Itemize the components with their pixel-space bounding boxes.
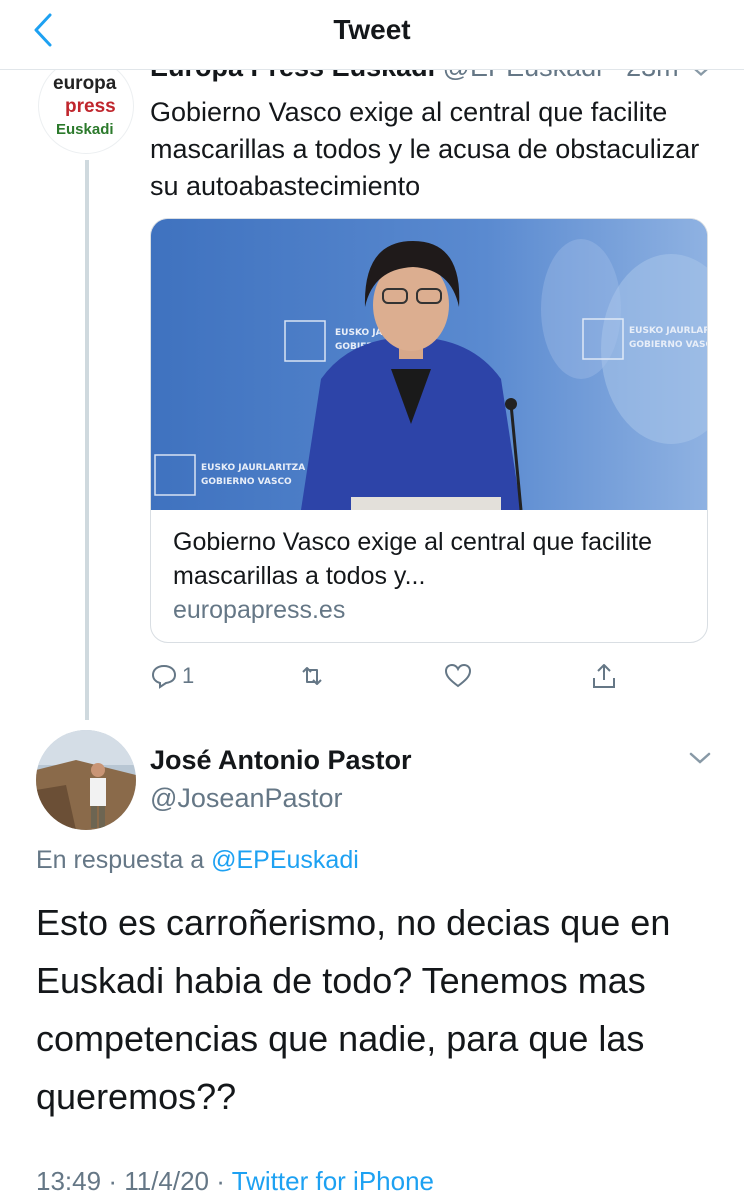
share-button[interactable] [590,656,618,696]
tweet-date: 11/4/20 [124,1166,210,1196]
like-button[interactable] [444,656,472,696]
reply-author-handle[interactable]: @JoseanPastor [150,783,343,814]
reply-button[interactable]: 1 [150,656,194,696]
tweet-source-link[interactable]: Twitter for iPhone [232,1166,434,1196]
parent-avatar[interactable]: europa press Euskadi [38,58,134,154]
tweet-time: 13:49 [36,1166,102,1196]
card-title: Gobierno Vasco exige al central que faci… [173,528,652,590]
svg-text:GOBIERNO VASCO: GOBIERNO VASCO [201,477,292,487]
reply-avatar[interactable] [36,730,136,830]
page-title: Tweet [333,14,411,45]
reply-icon [151,664,177,689]
parent-tweet-text: Gobierno Vasco exige al central que faci… [150,97,700,201]
share-icon [593,664,615,688]
card-domain: europapress.es [173,596,346,624]
in-reply-to-mention[interactable]: @EPEuskadi [211,846,359,874]
chevron-down-icon [689,752,711,764]
in-reply-to-line: En respuesta a @EPEuskadi [36,846,359,875]
retweet-button[interactable] [298,656,326,696]
card-image: EUSKO JAURLARITZA GOBIERNO VASCO EUSKO J… [151,219,708,510]
reply-more-button[interactable] [688,748,712,768]
avatar-logo-text: europa [53,73,117,94]
svg-text:EUSKO JAURLARITZA: EUSKO JAURLARITZA [629,326,708,336]
link-preview-card[interactable]: EUSKO JAURLARITZA GOBIERNO VASCO EUSKO J… [150,218,708,643]
reply-tweet-text: Esto es carroñerismo, no decias que en E… [36,902,671,1117]
top-bar: Tweet [0,0,744,70]
svg-text:EUSKO JAURLARITZA: EUSKO JAURLARITZA [201,463,305,473]
avatar-logo-text: Euskadi [56,121,114,138]
tweet-metadata: 13:49 · 11/4/20 · Twitter for iPhone [36,1166,434,1196]
reply-count: 1 [182,663,195,688]
thread-connector-line [85,160,89,720]
in-reply-to-label: En respuesta a [36,846,205,874]
reply-author-name[interactable]: José Antonio Pastor [150,745,412,776]
heart-icon [444,663,472,688]
tweet-actions: 1 [150,656,630,696]
retweet-icon [302,667,322,685]
svg-text:GOBIERNO VASCO: GOBIERNO VASCO [629,340,708,350]
avatar-logo-text: press [65,96,116,117]
